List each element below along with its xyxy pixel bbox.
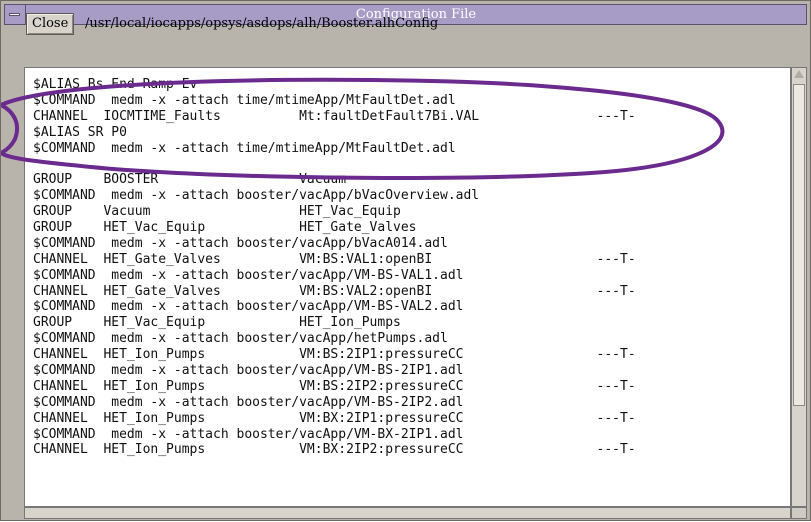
file-line: GROUP HET_Vac_Equip HET_Ion_Pumps: [33, 315, 401, 331]
file-line: CHANNEL HET_Ion_Pumps VM:BX:2IP2:pressur…: [33, 442, 636, 458]
vertical-scroll-thumb[interactable]: [793, 84, 805, 406]
file-path-label: /usr/local/iocapps/opsys/asdops/alh/Boos…: [85, 16, 439, 31]
file-line: GROUP BOOSTER Vacuum: [33, 172, 347, 188]
file-line: $COMMAND medm -x -attach booster/vacApp/…: [33, 188, 480, 204]
highlight-ellipse-left-cap: [1, 103, 20, 155]
file-line: CHANNEL HET_Gate_Valves VM:BS:VAL1:openB…: [33, 251, 636, 267]
file-line: $ALIAS Bs End Ramp Ev: [33, 77, 198, 92]
file-line: GROUP Vacuum HET_Vac_Equip: [33, 204, 401, 220]
file-line: $COMMAND medm -x -attach booster/vacApp/…: [33, 394, 464, 410]
horizontal-scrollbar[interactable]: [24, 507, 791, 519]
file-line: CHANNEL IOCMTIME_Faults Mt:faultDetFault…: [33, 108, 636, 124]
config-file-window: Configuration File Close /usr/local/ioca…: [0, 0, 811, 521]
file-line: CHANNEL HET_Gate_Valves VM:BS:VAL2:openB…: [33, 283, 636, 299]
scroll-corner: [791, 507, 807, 519]
file-line: CHANNEL HET_Ion_Pumps VM:BX:2IP1:pressur…: [33, 410, 636, 426]
file-content-pane[interactable]: $ALIAS Bs End Ramp Ev $COMMAND medm -x -a…: [24, 67, 791, 507]
file-line: $COMMAND medm -x -attach booster/vacApp/…: [33, 426, 464, 442]
file-line: CHANNEL HET_Ion_Pumps VM:BS:2IP2:pressur…: [33, 378, 636, 394]
file-line: $COMMAND medm -x -attach booster/vacApp/…: [33, 331, 448, 347]
file-line: CHANNEL HET_Ion_Pumps VM:BS:2IP1:pressur…: [33, 347, 636, 363]
file-line: $COMMAND medm -x -attach booster/vacApp/…: [33, 299, 464, 315]
scroll-up-arrow-icon[interactable]: [794, 70, 804, 78]
file-line: $COMMAND medm -x -attach booster/vacApp/…: [33, 235, 448, 251]
file-line: [33, 156, 636, 172]
file-line: $COMMAND medm -x -attach booster/vacApp/…: [33, 267, 464, 283]
file-line: GROUP HET_Vac_Equip HET_Gate_Valves: [33, 220, 417, 236]
file-line: $COMMAND medm -x -attach booster/vacApp/…: [33, 363, 464, 379]
file-line: $COMMAND medm -x -attach time/mtimeApp/M…: [33, 92, 456, 108]
minus-icon: [9, 13, 20, 16]
file-line: $ALIAS SR P0: [33, 124, 127, 140]
close-button[interactable]: Close: [26, 13, 75, 35]
vertical-scrollbar[interactable]: [791, 67, 807, 507]
window-menu-button[interactable]: [5, 5, 26, 24]
file-line: $COMMAND medm -x -attach time/mtimeApp/M…: [33, 140, 456, 156]
file-content-lines: $ALIAS Bs End Ramp Ev $COMMAND medm -x -a…: [33, 77, 636, 458]
